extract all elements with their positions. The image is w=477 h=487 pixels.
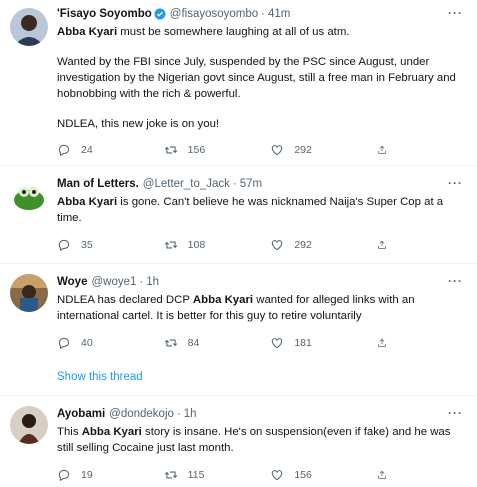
reply-icon	[58, 469, 70, 482]
tweet-actions: 24 156 292	[57, 143, 397, 157]
timestamp[interactable]: 1h	[146, 276, 159, 288]
share-button[interactable]	[377, 238, 397, 252]
share-icon	[378, 470, 386, 479]
handle[interactable]: @woye1	[91, 276, 136, 288]
tweet-actions: 19 115 156	[57, 468, 397, 482]
highlight-text: Abba Kyari	[57, 26, 118, 38]
avatar[interactable]	[10, 176, 48, 214]
tweet-text: NDLEA has declared DCP Abba Kyari wanted…	[57, 292, 463, 324]
more-icon[interactable]: ···	[448, 406, 463, 420]
tweet-text: Abba Kyari is gone. Can't believe he was…	[57, 194, 463, 226]
more-icon[interactable]: ···	[448, 6, 463, 20]
separator-dot: ·	[232, 178, 237, 190]
more-icon[interactable]: ···	[448, 274, 463, 288]
highlight-text: Abba Kyari	[57, 196, 118, 208]
share-button[interactable]	[377, 143, 397, 157]
reply-icon	[58, 239, 70, 252]
timestamp[interactable]: 57m	[240, 178, 262, 190]
share-button[interactable]	[377, 468, 397, 482]
retweet-button[interactable]: 156	[164, 143, 271, 157]
display-name[interactable]: Woye	[57, 276, 87, 288]
avatar[interactable]	[10, 406, 48, 444]
highlight-text: Abba Kyari	[81, 426, 142, 438]
tweet-line: NDLEA has declared DCP	[57, 294, 193, 306]
tweet-header: Woye @woye1 · 1h ···	[57, 274, 463, 290]
reply-count: 35	[81, 239, 93, 251]
retweet-count: 115	[187, 469, 205, 481]
like-button[interactable]: 181	[270, 336, 377, 350]
reply-button[interactable]: 40	[57, 336, 164, 350]
display-name[interactable]: Man of Letters.	[57, 178, 139, 190]
tweet-line: must be somewhere laughing at all of us …	[117, 26, 350, 38]
display-name[interactable]: 'Fisayo Soyombo	[57, 8, 152, 20]
like-icon	[272, 470, 283, 481]
retweet-count: 84	[187, 337, 200, 349]
tweet-line: This	[57, 426, 82, 438]
share-icon	[378, 240, 386, 249]
like-icon	[272, 145, 283, 156]
handle[interactable]: @fisayosoyombo	[170, 8, 258, 20]
timestamp[interactable]: 41m	[268, 8, 290, 20]
like-count: 156	[294, 469, 312, 481]
retweet-button[interactable]: 108	[164, 238, 271, 252]
reply-button[interactable]: 24	[57, 143, 164, 157]
like-count: 292	[294, 239, 312, 251]
like-count: 181	[294, 337, 312, 349]
handle[interactable]: @Letter_to_Jack	[143, 178, 230, 190]
retweet-icon	[164, 146, 177, 154]
avatar[interactable]	[10, 274, 48, 312]
like-icon	[272, 240, 283, 251]
reply-count: 19	[81, 469, 93, 481]
share-button[interactable]	[377, 336, 397, 350]
tweet-actions: 35 108 292	[57, 238, 397, 252]
avatar[interactable]	[10, 8, 48, 46]
tweet-1[interactable]: 'Fisayo Soyombo @fisayosoyombo · 41m ···…	[0, 0, 477, 166]
reply-count: 40	[81, 337, 93, 349]
handle[interactable]: @dondekojo	[109, 408, 174, 420]
like-icon	[272, 338, 283, 349]
reply-icon	[58, 337, 70, 350]
tweet-actions: 40 84 181	[57, 336, 397, 350]
retweet-icon	[164, 241, 177, 249]
retweet-icon	[164, 339, 177, 347]
timestamp[interactable]: 1h	[184, 408, 197, 420]
tweet-3[interactable]: Woye @woye1 · 1h ··· NDLEA has declared …	[0, 264, 477, 396]
reply-button[interactable]: 19	[57, 468, 164, 482]
tweet-text: This Abba Kyari story is insane. He's on…	[57, 424, 463, 456]
tweet-2[interactable]: Man of Letters. @Letter_to_Jack · 57m ··…	[0, 166, 477, 264]
tweet-text: Abba Kyari must be somewhere laughing at…	[57, 24, 463, 132]
reply-count: 24	[81, 144, 93, 156]
tweet-paragraph: NDLEA, this new joke is on you!	[57, 118, 220, 130]
retweet-button[interactable]: 84	[164, 336, 271, 350]
tweet-header: 'Fisayo Soyombo @fisayosoyombo · 41m ···	[57, 6, 463, 22]
separator-dot: ·	[261, 8, 265, 20]
like-button[interactable]: 156	[270, 468, 377, 482]
separator-dot: ·	[176, 408, 181, 420]
share-icon	[378, 338, 386, 347]
retweet-count: 156	[187, 144, 206, 156]
retweet-icon	[164, 471, 177, 479]
tweet-paragraph: Wanted by the FBI since July, suspended …	[57, 56, 456, 100]
like-count: 292	[294, 144, 312, 156]
retweet-button[interactable]: 115	[164, 468, 271, 482]
reply-icon	[58, 144, 70, 157]
display-name[interactable]: Ayobami	[57, 408, 105, 420]
highlight-text: Abba Kyari	[192, 294, 254, 306]
retweet-count: 108	[187, 239, 206, 251]
like-button[interactable]: 292	[270, 143, 377, 157]
separator-dot: ·	[139, 276, 144, 288]
share-icon	[378, 145, 386, 154]
tweet-header: Ayobami @dondekojo · 1h ···	[57, 406, 463, 422]
verified-badge-icon	[154, 8, 166, 20]
more-icon[interactable]: ···	[448, 176, 463, 190]
reply-button[interactable]: 35	[57, 238, 164, 252]
tweet-header: Man of Letters. @Letter_to_Jack · 57m ··…	[57, 176, 463, 192]
tweet-4[interactable]: Ayobami @dondekojo · 1h ··· This Abba Ky…	[0, 396, 477, 487]
like-button[interactable]: 292	[270, 238, 377, 252]
show-thread-link[interactable]: Show this thread	[57, 371, 143, 383]
